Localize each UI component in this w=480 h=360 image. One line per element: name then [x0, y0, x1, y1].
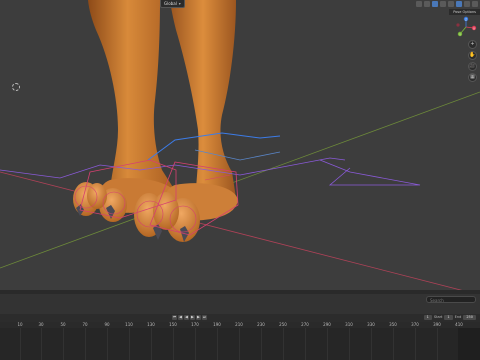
transform-orientation-dropdown[interactable]: Global ▾ [160, 0, 185, 8]
timeline-body[interactable] [0, 328, 480, 360]
wireframe-shade-icon[interactable] [448, 1, 454, 7]
frame-gridline [41, 328, 42, 360]
frame-gridline [261, 328, 262, 360]
3d-viewport[interactable]: Global ▾ Pose Options Z X Y + ✋ 🎥 ▦ [0, 0, 480, 290]
solid-shade-icon[interactable] [456, 1, 462, 7]
overlay-icon[interactable] [432, 1, 438, 7]
navigation-buttons: + ✋ 🎥 ▦ [468, 40, 477, 82]
frame-gridline [85, 328, 86, 360]
search-input[interactable]: Search [426, 296, 476, 303]
pose-options-button[interactable]: Pose Options [449, 9, 480, 15]
perspective-grid-icon[interactable]: ▦ [468, 73, 477, 82]
frame-gridline [107, 328, 108, 360]
gizmo-x-label: X [473, 26, 475, 30]
material-shade-icon[interactable] [464, 1, 470, 7]
play-reverse-icon[interactable]: ◀ [184, 315, 189, 320]
jump-start-icon[interactable]: ⏮ [172, 315, 177, 320]
frame-gridline [393, 328, 394, 360]
transform-orientation-label: Global [164, 1, 177, 6]
chevron-down-icon: ▾ [178, 1, 181, 6]
view-icon[interactable] [424, 1, 430, 7]
jump-keyframe-back-icon[interactable]: ◀ [178, 315, 183, 320]
frame-gridline [305, 328, 306, 360]
grid-floor [0, 91, 480, 290]
frame-gridline [283, 328, 284, 360]
frame-gridline [327, 328, 328, 360]
frame-gridline [217, 328, 218, 360]
frame-gridline [349, 328, 350, 360]
end-frame-field[interactable]: 250 [463, 315, 476, 320]
frame-gridline [437, 328, 438, 360]
viewport-header-icons [416, 0, 480, 8]
cursor-icon[interactable] [416, 1, 422, 7]
xray-icon[interactable] [440, 1, 446, 7]
camera-icon[interactable]: 🎥 [468, 62, 477, 71]
jump-keyframe-forward-icon[interactable]: ▶ [196, 315, 201, 320]
jump-end-icon[interactable]: ⏭ [202, 315, 207, 320]
right-leg [170, 0, 236, 205]
end-label: End [454, 315, 462, 319]
frame-gridline [195, 328, 196, 360]
start-frame-field[interactable]: 1 [444, 315, 453, 320]
current-frame-field[interactable]: 1 [423, 315, 432, 320]
viewport-header: Global ▾ [0, 0, 480, 9]
gizmo-y-label: Y [459, 32, 461, 36]
navigation-gizmo[interactable]: Z X Y [455, 16, 477, 38]
3d-cursor-icon[interactable] [12, 83, 20, 91]
pan-icon[interactable]: ✋ [468, 51, 477, 60]
dope-sheet-area[interactable]: Search [0, 294, 480, 314]
zoom-icon[interactable]: + [468, 40, 477, 49]
frame-gridline [371, 328, 372, 360]
frame-gridline [173, 328, 174, 360]
frame-gridline [20, 328, 21, 360]
timeline-header: ⏮ ◀ ◀ ▶ ▶ ⏭ 1 Start 1 End 250 [0, 314, 480, 322]
frame-gridline [415, 328, 416, 360]
frame-gridline [63, 328, 64, 360]
render-shade-icon[interactable] [472, 1, 478, 7]
frame-gridline [151, 328, 152, 360]
frame-gridline [129, 328, 130, 360]
play-icon[interactable]: ▶ [190, 315, 195, 320]
start-label: Start [433, 315, 443, 319]
viewport-scene [0, 0, 480, 290]
gizmo-z-label: Z [465, 17, 467, 21]
playback-controls: ⏮ ◀ ◀ ▶ ▶ ⏭ [172, 315, 207, 320]
timeline-scrollbar[interactable] [458, 328, 480, 360]
frame-range: 1 Start 1 End 250 [423, 315, 476, 320]
frame-gridline [239, 328, 240, 360]
